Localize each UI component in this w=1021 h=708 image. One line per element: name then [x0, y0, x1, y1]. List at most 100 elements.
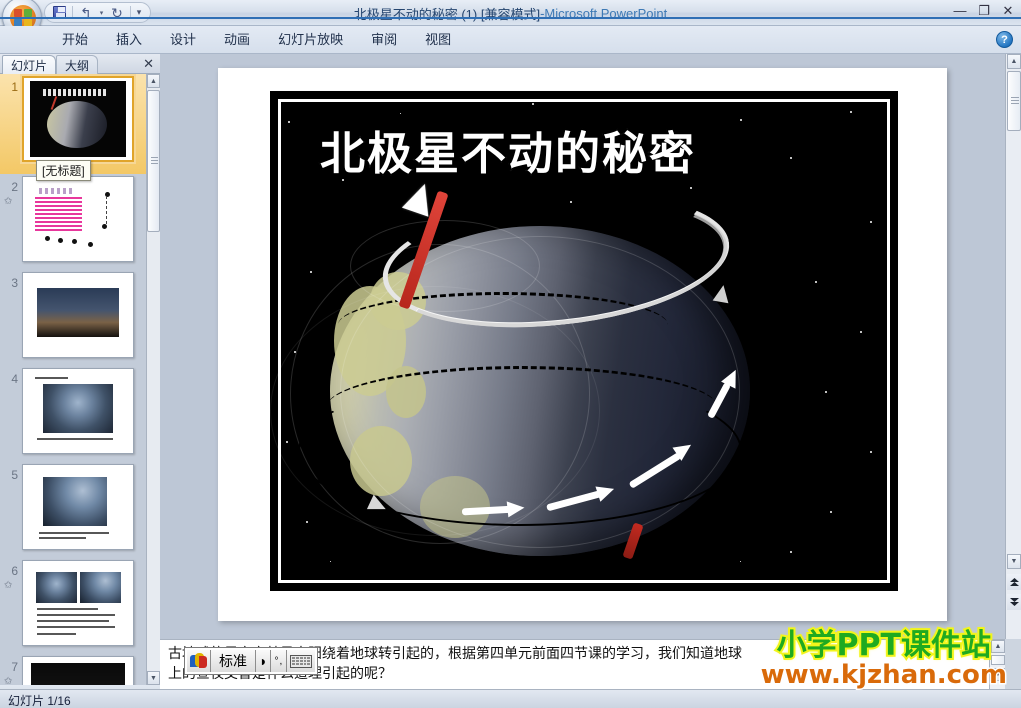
chevron-down-icon: ▾: [99, 9, 104, 17]
powerpoint-window: 北极星不动的秘密 (1) [兼容模式] - Microsoft PowerPoi…: [0, 0, 1021, 708]
slide-art-title: [43, 88, 107, 97]
thumbnail-slide-1[interactable]: 1: [0, 74, 146, 174]
scroll-up-icon[interactable]: ▲: [1007, 54, 1021, 69]
animation-indicator-icon: ✩: [4, 676, 13, 685]
ime-mode-button[interactable]: 标准: [211, 650, 256, 672]
scrollbar-grip-icon: [1011, 97, 1019, 104]
tab-slideshow[interactable]: 幻灯片放映: [264, 28, 357, 52]
double-up-arrow-icon: [1009, 577, 1019, 586]
notes-scrollbar[interactable]: ▲ ▼: [989, 640, 1005, 690]
window-title: 北极星不动的秘密 (1) [兼容模式] - Microsoft PowerPoi…: [0, 0, 1021, 26]
slide-art-page: [29, 276, 127, 354]
slide-art-photo: [36, 288, 120, 337]
slide-counter: 幻灯片 1/16: [8, 694, 71, 708]
thumbnail-image: [22, 272, 134, 358]
thumbnail-image: [22, 656, 134, 685]
slide-title[interactable]: 北极星不动的秘密: [318, 117, 696, 182]
tab-home[interactable]: 开始: [48, 28, 102, 52]
tab-insert[interactable]: 插入: [102, 28, 156, 52]
thumbnail-number: 7: [11, 660, 18, 674]
next-slide-button[interactable]: [1007, 594, 1021, 610]
thumbnail-number: 4: [11, 372, 18, 386]
animation-indicator-icon: ✩: [4, 580, 13, 591]
earth-globe-illustration: [270, 179, 780, 561]
close-panel-icon[interactable]: ✕: [143, 56, 154, 72]
ribbon-tabs: 开始 插入 设计 动画 幻灯片放映 审阅 视图: [48, 26, 465, 54]
tab-design[interactable]: 设计: [156, 28, 210, 52]
slide-art-photo: [42, 384, 114, 433]
scrollbar-grip-icon: [151, 157, 158, 164]
tab-animation[interactable]: 动画: [210, 28, 264, 52]
animation-indicator-icon: ✩: [4, 196, 13, 207]
panel-tab-strip: 幻灯片 大纲 ✕: [0, 54, 160, 74]
thumbnail-number: 1: [11, 80, 18, 94]
thumbnail-slide-6[interactable]: 6 ✩: [0, 558, 146, 654]
thumbnail-slide-4[interactable]: 4: [0, 366, 146, 462]
slide-workspace: 北极星不动的秘密: [160, 54, 1005, 639]
scroll-up-icon[interactable]: ▲: [147, 74, 160, 88]
window-title-document: 北极星不动的秘密 (1) [兼容模式]: [353, 6, 541, 22]
slide-thumbnail-list[interactable]: 1 2 ✩ 3 4 5 6 ✩ 7 ✩ [无标题]: [0, 74, 146, 685]
double-down-arrow-icon: [1009, 597, 1019, 606]
slide-art-page: [29, 564, 127, 642]
slide-canvas[interactable]: 北极星不动的秘密: [218, 68, 947, 621]
slide-art-photo-left: [35, 571, 78, 603]
ime-keyboard-icon[interactable]: [287, 650, 316, 672]
slide-art-globe: [47, 100, 107, 148]
scrollbar-thumb[interactable]: [1007, 71, 1021, 131]
notes-scroll-up-icon[interactable]: ▲: [991, 640, 1005, 653]
slide-art-heading: [38, 187, 73, 195]
thumbnail-number: 6: [11, 564, 18, 578]
slide-scrollbar[interactable]: ▲ ▼: [1005, 54, 1021, 639]
scroll-down-icon[interactable]: ▼: [1007, 554, 1021, 569]
ime-toolbar[interactable]: 标准 ◗ °,: [185, 648, 318, 674]
slide-art-photo: [42, 477, 108, 526]
thumbnail-image: [22, 368, 134, 454]
title-bar: 北极星不动的秘密 (1) [兼容模式] - Microsoft PowerPoi…: [0, 0, 1021, 37]
notes-scroll-down-icon[interactable]: ▼: [991, 668, 1005, 681]
rotation-arrow-icon: [506, 499, 526, 518]
slide-art-page: [29, 180, 127, 258]
thumbnail-image: [22, 560, 134, 646]
help-icon[interactable]: ?: [996, 31, 1013, 48]
thumbnail-slide-2[interactable]: 2 ✩: [0, 174, 146, 270]
slide-art-textblock: [34, 197, 82, 234]
ribbon-bar: 开始 插入 设计 动画 幻灯片放映 审阅 视图 ?: [0, 26, 1021, 54]
rotation-arrow-icon: [712, 283, 732, 304]
thumbnail-number: 2: [11, 180, 18, 194]
slide-background: 北极星不动的秘密: [270, 91, 898, 591]
slide-art-space: [30, 81, 126, 157]
tab-review[interactable]: 审阅: [357, 28, 411, 52]
thumbnail-slide-5[interactable]: 5: [0, 462, 146, 558]
tab-slides[interactable]: 幻灯片: [2, 55, 57, 74]
tab-outline[interactable]: 大纲: [56, 55, 99, 74]
slide-art-page: [29, 660, 127, 685]
slide-art-photo-right: [79, 571, 122, 603]
slide-art-photo: [30, 663, 126, 685]
notes-scrollbar-thumb[interactable]: [991, 655, 1005, 665]
status-bar: 幻灯片 1/16: [0, 689, 1021, 708]
thumbnail-slide-3[interactable]: 3: [0, 270, 146, 366]
thumbnail-number: 3: [11, 276, 18, 290]
notes-prefix: 古: [168, 646, 182, 662]
slide-art-page: [29, 372, 127, 450]
slides-panel: 幻灯片 大纲 ✕ 1 2 ✩ 3 4 5 6 ✩ 7 ✩ [无标题] ▲ ▼: [0, 54, 160, 685]
thumbnail-image: [22, 464, 134, 550]
taskbar-accent-strip: [0, 17, 1021, 19]
thumbnail-image: [22, 76, 134, 162]
thumbnail-image: [22, 176, 134, 262]
thumbnail-tooltip: [无标题]: [36, 160, 91, 181]
ime-mode-label: 标准: [219, 653, 247, 669]
previous-slide-button[interactable]: [1007, 574, 1021, 590]
thumbnail-slide-7[interactable]: 7 ✩: [0, 654, 146, 685]
quick-access-toolbar: ↰ ▾ ↻ ▾: [44, 2, 151, 23]
ime-punctuation-icon[interactable]: °,: [271, 650, 288, 672]
slide-art-page: [29, 468, 127, 546]
thumbnail-number: 5: [11, 468, 18, 482]
ime-moon-icon[interactable]: ◗: [256, 650, 272, 672]
tab-view[interactable]: 视图: [411, 28, 465, 52]
scrollbar-thumb[interactable]: [147, 90, 160, 232]
slides-panel-scrollbar[interactable]: ▲ ▼: [146, 74, 160, 685]
scroll-down-icon[interactable]: ▼: [147, 671, 160, 685]
ime-logo-icon[interactable]: [187, 650, 211, 672]
